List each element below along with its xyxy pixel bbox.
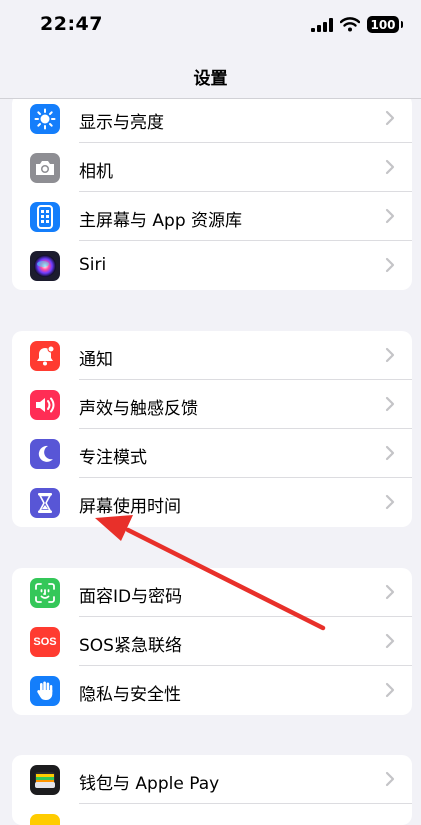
settings-row-privacy[interactable]: 隐私与安全性 [12, 666, 412, 715]
hourglass-icon [30, 488, 60, 518]
settings-group-display: 显示与亮度 相机 主屏幕与 App 资源库 Siri [12, 94, 412, 290]
settings-row-face-id[interactable]: 面容ID与密码 [12, 568, 412, 617]
camera-icon [30, 153, 60, 183]
sun-icon [30, 104, 60, 134]
sos-badge-text: SOS [33, 636, 57, 648]
settings-row-label: 声效与触感反馈 [79, 399, 198, 419]
settings-row-label: 相机 [79, 162, 113, 182]
settings-row-emergency-sos[interactable]: SOS SOS紧急联络 [12, 617, 412, 666]
status-icons: 100 [311, 16, 403, 33]
settings-row-home-screen[interactable]: 主屏幕与 App 资源库 [12, 192, 412, 241]
chevron-right-icon [385, 584, 395, 600]
chevron-right-icon [385, 771, 395, 787]
siri-icon [30, 251, 60, 281]
face-id-icon [30, 578, 60, 608]
chevron-right-icon [385, 208, 395, 224]
settings-row-label: 屏幕使用时间 [79, 497, 181, 517]
settings-group-notifications: 通知 声效与触感反馈 专注模式 屏幕使用时间 [12, 331, 412, 527]
settings-row-focus[interactable]: 专注模式 [12, 429, 412, 478]
chevron-right-icon [385, 347, 395, 363]
bell-icon [30, 341, 60, 371]
settings-row-display-brightness[interactable]: 显示与亮度 [12, 94, 412, 143]
wallet-icon [30, 765, 60, 795]
settings-row-label: 通知 [79, 350, 113, 370]
sos-icon: SOS [30, 627, 60, 657]
chevron-right-icon [385, 633, 395, 649]
settings-row-sounds-haptics[interactable]: 声效与触感反馈 [12, 380, 412, 429]
chevron-right-icon [385, 445, 395, 461]
settings-group-wallet: 钱包与 Apple Pay [12, 755, 412, 825]
chevron-right-icon [385, 159, 395, 175]
chevron-right-icon [385, 396, 395, 412]
settings-group-security: 面容ID与密码 SOS SOS紧急联络 隐私与安全性 [12, 568, 412, 715]
page-title: 设置 [193, 69, 228, 89]
settings-row-screen-time[interactable]: 屏幕使用时间 [12, 478, 412, 527]
home-screen-icon [30, 202, 60, 232]
chevron-right-icon [385, 257, 395, 273]
settings-row-label: 显示与亮度 [79, 113, 164, 133]
status-time: 22:47 [40, 13, 103, 35]
status-bar: 22:47 100 [0, 0, 421, 52]
settings-row-partial[interactable] [12, 804, 412, 825]
chevron-right-icon [385, 494, 395, 510]
nav-bar: 设置 [0, 52, 421, 99]
hand-icon [30, 676, 60, 706]
settings-row-label: 钱包与 Apple Pay [79, 774, 220, 794]
moon-icon [30, 439, 60, 469]
speaker-icon [30, 390, 60, 420]
settings-row-label: SOS紧急联络 [79, 636, 182, 656]
chevron-right-icon [385, 682, 395, 698]
battery-icon: 100 [367, 16, 403, 33]
settings-row-siri[interactable]: Siri [12, 241, 412, 290]
settings-row-label: 专注模式 [79, 448, 147, 468]
settings-row-label: 面容ID与密码 [79, 587, 183, 607]
wifi-icon [340, 17, 360, 32]
settings-row-wallet-apple-pay[interactable]: 钱包与 Apple Pay [12, 755, 412, 804]
settings-row-notifications[interactable]: 通知 [12, 331, 412, 380]
settings-row-label: Siri [79, 255, 107, 275]
chevron-right-icon [385, 110, 395, 126]
cellular-signal-icon [311, 17, 333, 32]
settings-row-label: 主屏幕与 App 资源库 [79, 211, 243, 231]
settings-row-camera[interactable]: 相机 [12, 143, 412, 192]
settings-row-label: 隐私与安全性 [79, 685, 181, 705]
